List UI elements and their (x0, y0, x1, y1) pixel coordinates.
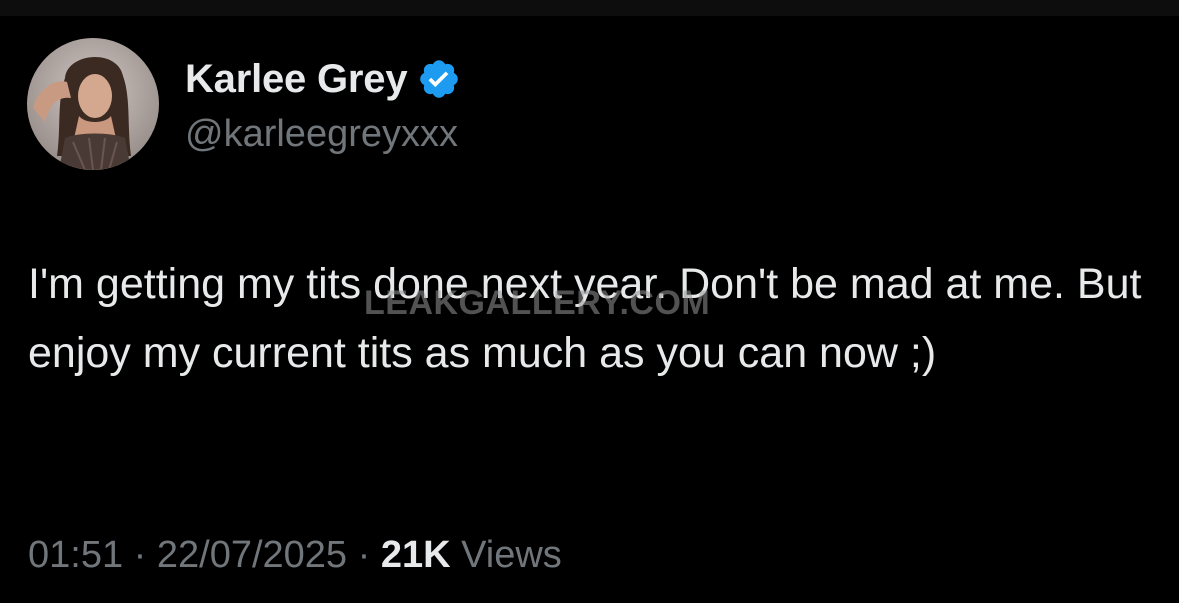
author-avatar[interactable] (27, 38, 159, 170)
author-name-row[interactable]: Karlee Grey (185, 56, 461, 102)
top-edge-strip (0, 0, 1179, 16)
views-count[interactable]: 21K (381, 534, 451, 576)
author-handle[interactable]: @karleegreyxxx (185, 112, 458, 156)
author-display-name[interactable]: Karlee Grey (185, 56, 408, 102)
verified-badge-icon[interactable] (417, 57, 461, 101)
tweet-card[interactable]: Karlee Grey @karleegreyxxx I'm getting m… (0, 16, 1179, 603)
meta-separator-2: · (357, 534, 371, 576)
views-label: Views (461, 534, 562, 576)
tweet-time[interactable]: 01:51 (28, 534, 123, 576)
tweet-metadata: 01:51 · 22/07/2025 · 21K Views (28, 532, 562, 578)
tweet-text: I'm getting my tits done next year. Don'… (28, 260, 1154, 377)
meta-separator-1: · (133, 534, 147, 576)
avatar-photo-icon (27, 38, 159, 170)
tweet-date[interactable]: 22/07/2025 (157, 534, 347, 576)
